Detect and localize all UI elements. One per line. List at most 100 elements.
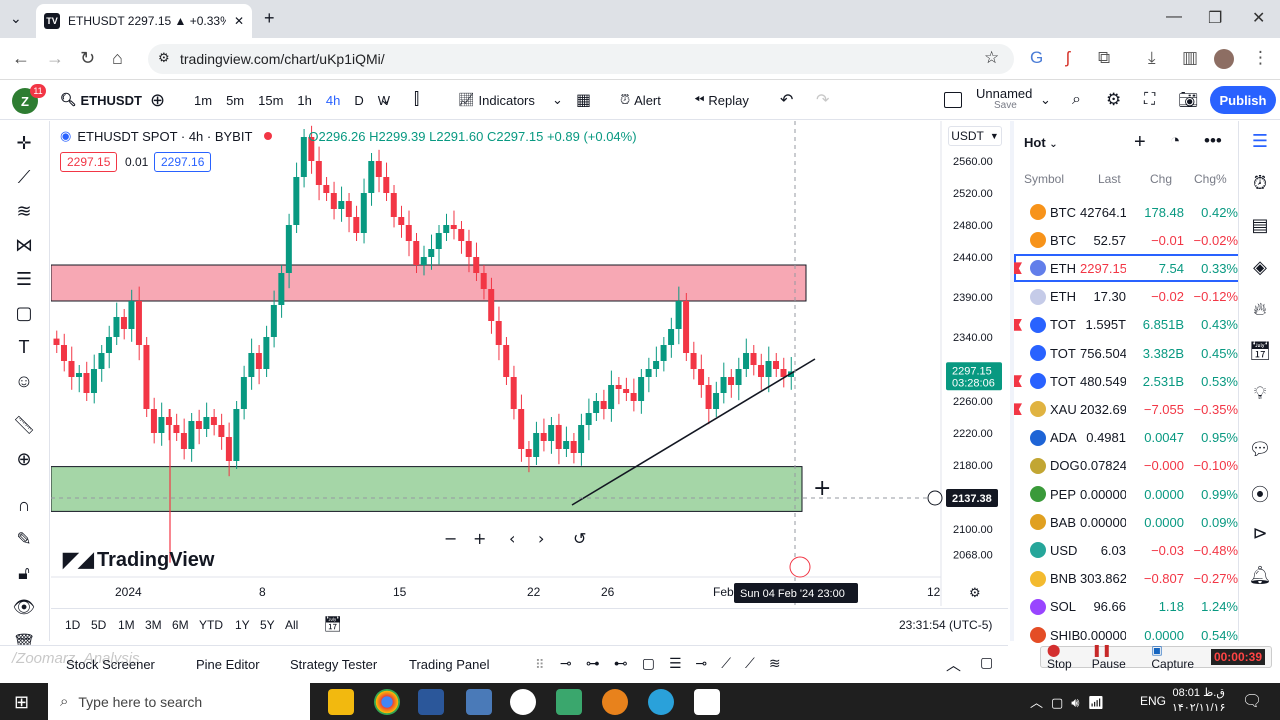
calculator-icon[interactable]	[466, 689, 492, 715]
settings-gear-icon[interactable]: ⚙	[1106, 80, 1121, 120]
recorder-pause-button[interactable]: ❚❚ Pause	[1092, 643, 1146, 671]
templates-grid-icon[interactable]: ▦	[576, 80, 591, 120]
layout-name-button[interactable]: Unnamed Save	[976, 87, 1032, 112]
watchlist-row[interactable]: BAB 0.00000 0.0000 0.09%	[1014, 508, 1242, 536]
quick-search-icon[interactable]: ⌕	[1072, 80, 1081, 120]
site-info-icon[interactable]: ⚙	[158, 50, 170, 66]
timeframe-D[interactable]: D	[354, 93, 363, 108]
zoom-in-button[interactable]: +	[473, 529, 486, 548]
indicators-chevron-icon[interactable]: ⌄	[552, 80, 563, 120]
streams-icon[interactable]: ⦿	[1248, 481, 1272, 505]
bookmark-star-icon[interactable]: ☆	[984, 48, 999, 68]
watchlist-row[interactable]: ETH 2297.15 7.54 0.33%	[1014, 254, 1242, 283]
symbol-search-button[interactable]: 🔍︎ ETHUSDT	[60, 80, 142, 120]
language-indicator[interactable]: ENG	[1140, 694, 1166, 708]
publish-button[interactable]: Publish	[1210, 86, 1276, 114]
puzzle-extensions-icon[interactable]: ⧉	[1098, 48, 1110, 68]
hotlists-fire-icon[interactable]: 🔥︎	[1248, 299, 1272, 323]
windows-start-icon[interactable]: ⊞	[14, 692, 29, 713]
ruler-icon[interactable]: 📏︎	[10, 413, 38, 437]
eye-toggle-icon[interactable]: ◉	[60, 128, 71, 144]
currency-selector[interactable]: USDT ▼	[948, 126, 1002, 146]
replay-button[interactable]: ⏪︎ Replay	[694, 80, 749, 120]
watchlist-row[interactable]: DOG 0.07824 −0.000 −0.10%	[1014, 452, 1242, 480]
timeframe-1m[interactable]: 1m	[194, 93, 212, 108]
watchlist-row[interactable]: BNB 303.862 −0.807 −0.27%	[1014, 565, 1242, 593]
chat-icon[interactable]: 💬︎	[1248, 439, 1272, 463]
buy-price-box[interactable]: 2297.16	[154, 152, 212, 172]
zoom-in-icon[interactable]: ⊕	[10, 447, 38, 471]
crosshair-icon[interactable]: ✛	[10, 131, 38, 155]
reset-chart-button[interactable]: ↺	[573, 529, 586, 548]
tab-pine-editor[interactable]: Pine Editor	[196, 657, 260, 672]
maximize-panel-icon[interactable]: ▢	[980, 654, 993, 671]
extension-icon[interactable]: ʃ	[1066, 48, 1070, 68]
app-icon[interactable]	[694, 689, 720, 715]
alert-button[interactable]: ⏰︎ Alert	[620, 80, 661, 120]
trend-line-icon[interactable]: ⟋	[10, 165, 38, 189]
sidepanel-icon[interactable]: ▥	[1182, 48, 1198, 68]
range-5d[interactable]: 5D	[91, 618, 106, 632]
alerts-clock-icon[interactable]: ⏰︎	[1248, 173, 1272, 197]
timeframe-5m[interactable]: 5m	[226, 93, 244, 108]
taskbar-search-box[interactable]: ⌕ Type here to search	[48, 683, 310, 720]
scroll-right-button[interactable]: ›	[538, 529, 544, 548]
go-to-date-calendar-icon[interactable]: 📅︎	[323, 615, 342, 633]
snapshot-camera-icon[interactable]: 📷︎	[1178, 80, 1198, 120]
app-icon[interactable]	[556, 689, 582, 715]
col-chg-header[interactable]: Chg	[1150, 172, 1172, 186]
watchlist-row[interactable]: TOT 756.504 3.382B 0.45%	[1014, 339, 1242, 367]
browser-menu-icon[interactable]: ⋮	[1252, 48, 1269, 68]
tab-close-icon[interactable]: ✕	[234, 14, 244, 28]
text-tool-icon[interactable]: T	[10, 335, 38, 359]
range-3m[interactable]: 3M	[145, 618, 162, 632]
app-icon[interactable]	[510, 689, 536, 715]
range-ytd[interactable]: YTD	[199, 618, 223, 632]
back-arrow-icon[interactable]: ←	[12, 48, 30, 69]
indicators-button[interactable]: 📈︎ Indicators	[458, 80, 535, 120]
tab-trading-panel[interactable]: Trading Panel	[409, 657, 489, 672]
watchlist-row[interactable]: BTC 52.57 −0.01 −0.02%	[1014, 226, 1242, 254]
col-last-header[interactable]: Last	[1098, 172, 1121, 186]
watchlist-row[interactable]: BTC 42764.1 178.48 0.42%	[1014, 198, 1242, 226]
compare-symbol-button[interactable]: ⊕	[150, 80, 165, 120]
lock-icon[interactable]: 🔓︎	[10, 561, 38, 585]
chrome-icon[interactable]	[374, 689, 400, 715]
range-5y[interactable]: 5Y	[260, 618, 275, 632]
url-field[interactable]: ⚙ tradingview.com/chart/uKp1iQMi/ ☆	[148, 44, 1014, 74]
magnet-icon[interactable]: ∩	[10, 493, 38, 517]
taskbar-clock[interactable]: 08:01 ق.ظ ۱۴۰۲/۱۱/۱۶	[1172, 686, 1225, 716]
tab-list-chevron-icon[interactable]: ⌄	[10, 10, 22, 27]
data-window-icon[interactable]: ▤	[1248, 215, 1272, 239]
stay-in-drawing-icon[interactable]: ✎	[10, 527, 38, 551]
layout-checkbox[interactable]	[944, 80, 962, 120]
forward-arrow-icon[interactable]: →	[46, 48, 64, 69]
candlestick-chart[interactable]: +2560.00 2520.00 2480.00 2440.00 2390.00 2340…	[51, 121, 1008, 606]
notifications-bell-icon[interactable]: 🔔︎	[1248, 565, 1272, 589]
restore-button[interactable]: ❐	[1208, 8, 1222, 28]
new-tab-button[interactable]: +	[264, 8, 275, 29]
favorite-drawings-icons[interactable]: ⊸⊶⊷▢☰⊸⟋⟋≋	[560, 655, 795, 672]
home-icon[interactable]: ⌂	[112, 48, 123, 69]
reload-icon[interactable]: ↻	[80, 48, 95, 69]
range-1y[interactable]: 1Y	[235, 618, 250, 632]
browser-tab[interactable]: TV ETHUSDT 2297.15 ▲ +0.33% Unnamed ✕	[36, 4, 252, 38]
watchlist-row[interactable]: XAU 2032.69 −7.055 −0.35%	[1014, 395, 1242, 423]
ideas-play-icon[interactable]: ⊳	[1248, 523, 1272, 547]
watchlist-title-button[interactable]: Hot ⌄	[1024, 135, 1058, 150]
translate-icon[interactable]: G	[1030, 48, 1043, 68]
recorder-stop-button[interactable]: ⬤ Stop	[1047, 643, 1086, 671]
scroll-left-button[interactable]: ‹	[509, 529, 515, 548]
collapse-panel-chevron-icon[interactable]: ︿	[946, 654, 961, 675]
timeframe-15m[interactable]: 15m	[258, 93, 283, 108]
watchlist-row[interactable]: ETH 17.30 −0.02 −0.12%	[1014, 283, 1242, 311]
candles-chart-type-icon[interactable]: ⫿	[414, 80, 419, 120]
drag-handle-icon[interactable]: ⠿	[535, 657, 545, 673]
fullscreen-icon[interactable]: ⛶	[1144, 80, 1155, 120]
col-symbol-header[interactable]: Symbol	[1024, 172, 1064, 186]
watchlist-icon[interactable]: ☰	[1248, 131, 1272, 155]
advanced-view-icon[interactable]: ◔	[1170, 131, 1180, 151]
pattern-icon[interactable]: ⋈	[10, 233, 38, 257]
add-symbol-icon[interactable]: +	[1134, 131, 1146, 154]
app-icon[interactable]	[602, 689, 628, 715]
